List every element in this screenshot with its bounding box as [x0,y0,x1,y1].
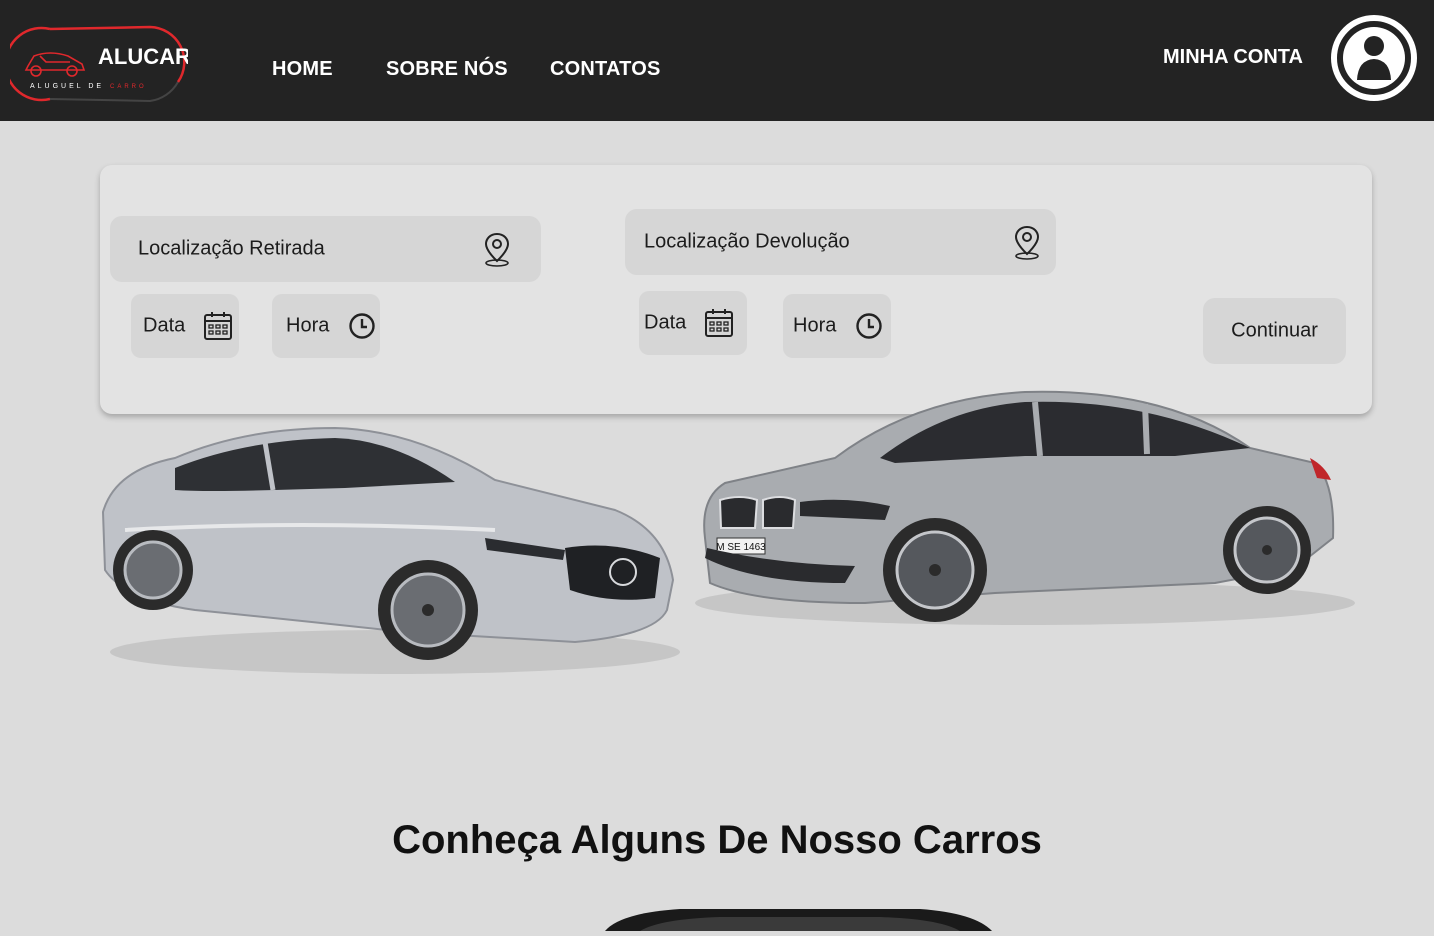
my-account-link[interactable]: MINHA CONTA [1163,46,1303,69]
return-location-input[interactable]: Localização Devolução [625,209,1056,275]
nav-sobre-nos[interactable]: SOBRE NÓS [386,58,508,81]
car-image-mercedes [95,420,680,690]
clock-icon [349,313,375,339]
calendar-icon [204,312,232,340]
section-title: Conheça Alguns De Nosso Carros [392,818,1042,862]
logo-car-icon [24,52,86,77]
alucar-logo[interactable]: ALUCAR ALUGUEL DE CARRO [4,24,191,104]
car-image-bmw: M SE 1463 [695,388,1360,638]
svg-text:CARRO: CARRO [110,84,147,90]
pickup-location-input[interactable]: Localização Retirada [110,216,541,282]
user-avatar-icon[interactable] [1330,14,1418,102]
calendar-icon [705,309,733,337]
location-pin-icon [484,232,510,267]
car-image-preview [600,905,995,936]
pickup-time-picker[interactable]: Hora [272,294,380,358]
continue-button[interactable]: Continuar [1203,298,1346,364]
location-pin-icon [1014,225,1040,260]
pickup-date-picker[interactable]: Data [131,294,239,358]
return-time-picker[interactable]: Hora [783,294,891,358]
return-date-picker[interactable]: Data [639,291,747,355]
top-header: ALUCAR ALUGUEL DE CARRO HOME SOBRE NÓS C… [0,0,1434,121]
nav-contatos[interactable]: CONTATOS [550,58,661,81]
svg-text:ALUGUEL DE: ALUGUEL DE [30,83,104,90]
svg-text:M SE 1463: M SE 1463 [716,542,766,553]
clock-icon [856,313,882,339]
logo-wordmark: ALUCAR [98,44,188,69]
nav-home[interactable]: HOME [272,58,333,81]
booking-panel: Localização Retirada Localização Devoluç… [100,165,1372,414]
